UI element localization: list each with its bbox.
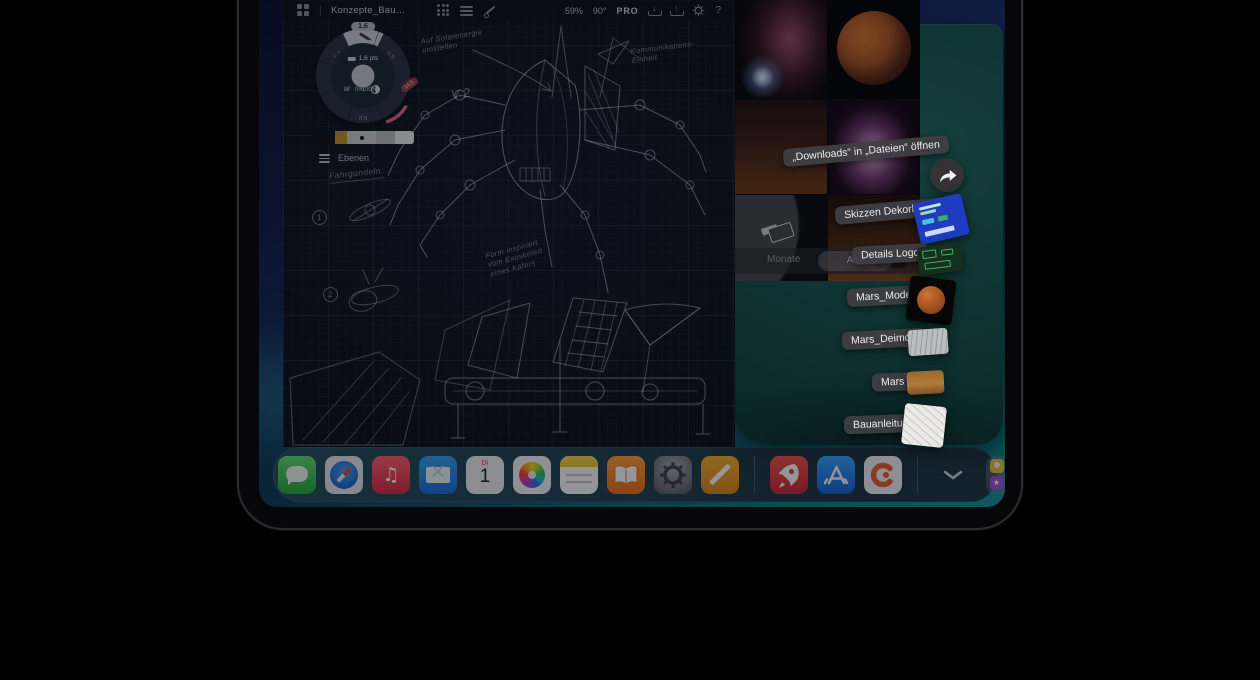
drag-thumb-mars[interactable] — [906, 370, 944, 395]
ipad-screen: Monate Alle — [259, 0, 1005, 507]
drag-thumb-details-logo[interactable] — [916, 242, 963, 275]
drag-thumb-mars-deimos[interactable] — [907, 328, 949, 357]
share-button[interactable] — [930, 158, 964, 192]
share-arrow-icon — [936, 166, 958, 184]
drag-thumb-mars-model[interactable] — [905, 275, 956, 325]
downloads-hint-label: „Downloads“ in „Dateien“ öffnen — [783, 135, 950, 167]
page-background: Monate Alle — [0, 0, 1260, 680]
drag-thumb-bauanleitung[interactable] — [901, 403, 947, 448]
drag-drop-layer: „Downloads“ in „Dateien“ öffnen Skizzen … — [259, 0, 1005, 507]
